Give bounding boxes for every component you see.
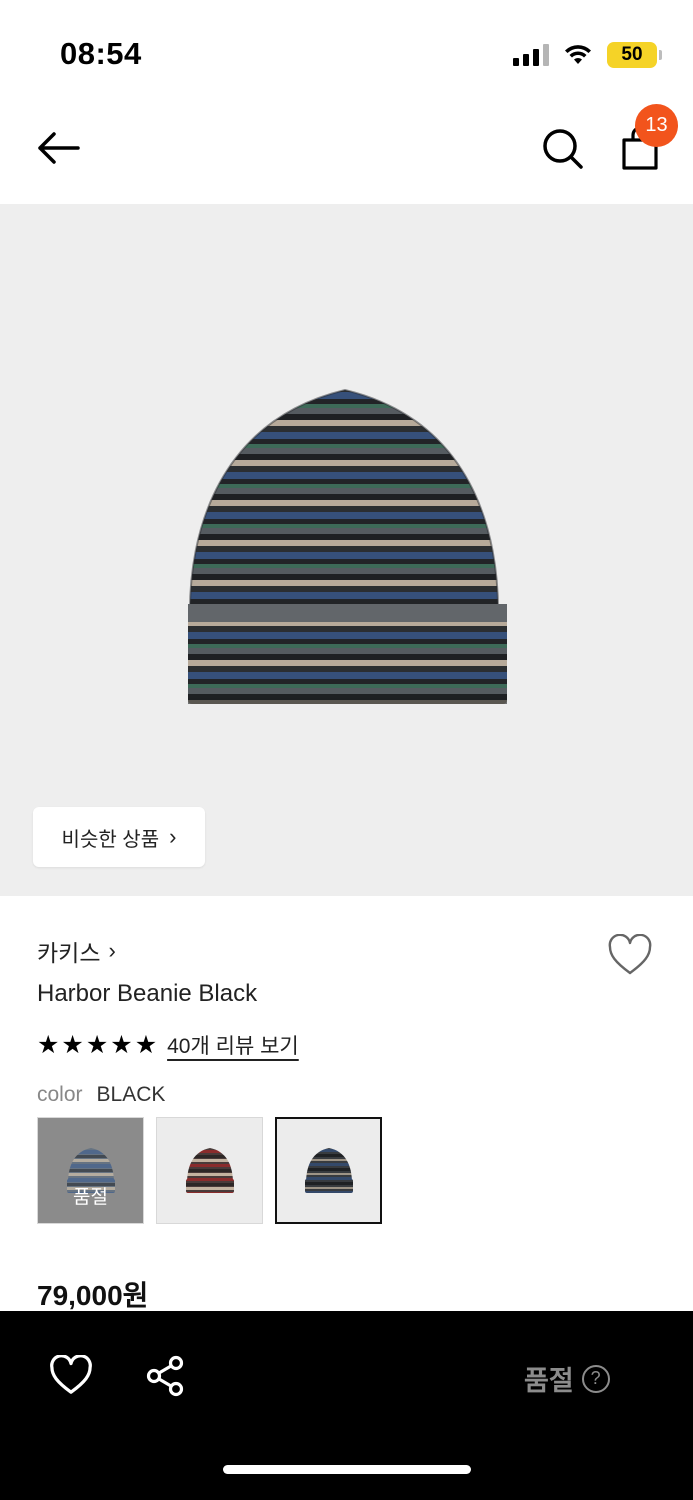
color-label: color <box>37 1083 83 1106</box>
color-swatches: 품절 <box>37 1117 382 1224</box>
help-circle-icon[interactable]: ? <box>581 1364 610 1393</box>
star-rating: ★ ★ ★ ★ ★ <box>37 1030 158 1059</box>
product-price: 79,000원 <box>37 1280 149 1311</box>
similar-products-button[interactable]: 비슷한 상품 › <box>33 807 205 867</box>
heart-icon <box>50 1354 92 1394</box>
bottom-wishlist-button[interactable] <box>49 1354 93 1397</box>
soldout-text: 품절 <box>524 1366 574 1396</box>
soldout-label: 품절 <box>73 1187 108 1208</box>
wifi-icon <box>565 45 591 64</box>
share-icon <box>146 1355 184 1397</box>
product-image <box>188 388 507 704</box>
search-icon <box>543 129 583 169</box>
cellular-signal-icon <box>513 44 549 66</box>
status-bar: 08:54 50 <box>0 0 693 100</box>
similar-products-label: 비슷한 상품 <box>61 828 160 851</box>
star-icon: ★ <box>110 1030 133 1059</box>
soldout-status: 품절 ? <box>524 1359 610 1398</box>
chevron-right-icon: › <box>108 938 116 963</box>
battery-indicator: 50 <box>607 42 662 68</box>
swatch-image <box>304 1147 353 1193</box>
color-value: BLACK <box>96 1083 166 1106</box>
share-button[interactable] <box>145 1355 187 1397</box>
reviews-link[interactable]: 40개 리뷰 보기 <box>167 1030 299 1060</box>
swatch-black[interactable] <box>275 1117 382 1224</box>
product-image-gallery[interactable]: 비슷한 상품 › <box>0 204 693 896</box>
star-icon: ★ <box>134 1030 158 1059</box>
color-row: color BLACK <box>37 1083 165 1107</box>
cart-count-badge: 13 <box>635 104 678 147</box>
search-button[interactable] <box>538 124 586 172</box>
status-icons: 50 <box>513 40 662 70</box>
brand-name: 카키스 <box>37 940 101 966</box>
star-icon: ★ <box>37 1030 60 1059</box>
brand-link[interactable]: 카키스 › <box>37 934 116 968</box>
star-icon: ★ <box>61 1030 84 1059</box>
star-icon: ★ <box>85 1030 109 1059</box>
swatch-image <box>185 1147 234 1193</box>
home-indicator <box>223 1465 471 1474</box>
bottom-action-bar: 품절 ? <box>0 1311 693 1500</box>
back-arrow-icon <box>38 132 80 164</box>
product-name: Harbor Beanie Black <box>37 980 258 1007</box>
swatch-blue[interactable]: 품절 <box>37 1117 144 1224</box>
wishlist-button[interactable] <box>607 933 653 978</box>
status-time: 08:54 <box>60 36 142 71</box>
top-nav <box>0 100 693 204</box>
back-button[interactable] <box>34 126 84 170</box>
swatch-brown[interactable] <box>156 1117 263 1224</box>
chevron-right-icon: › <box>169 824 177 849</box>
rating-row: ★ ★ ★ ★ ★ 40개 리뷰 보기 <box>37 1030 299 1060</box>
heart-icon <box>608 933 652 975</box>
